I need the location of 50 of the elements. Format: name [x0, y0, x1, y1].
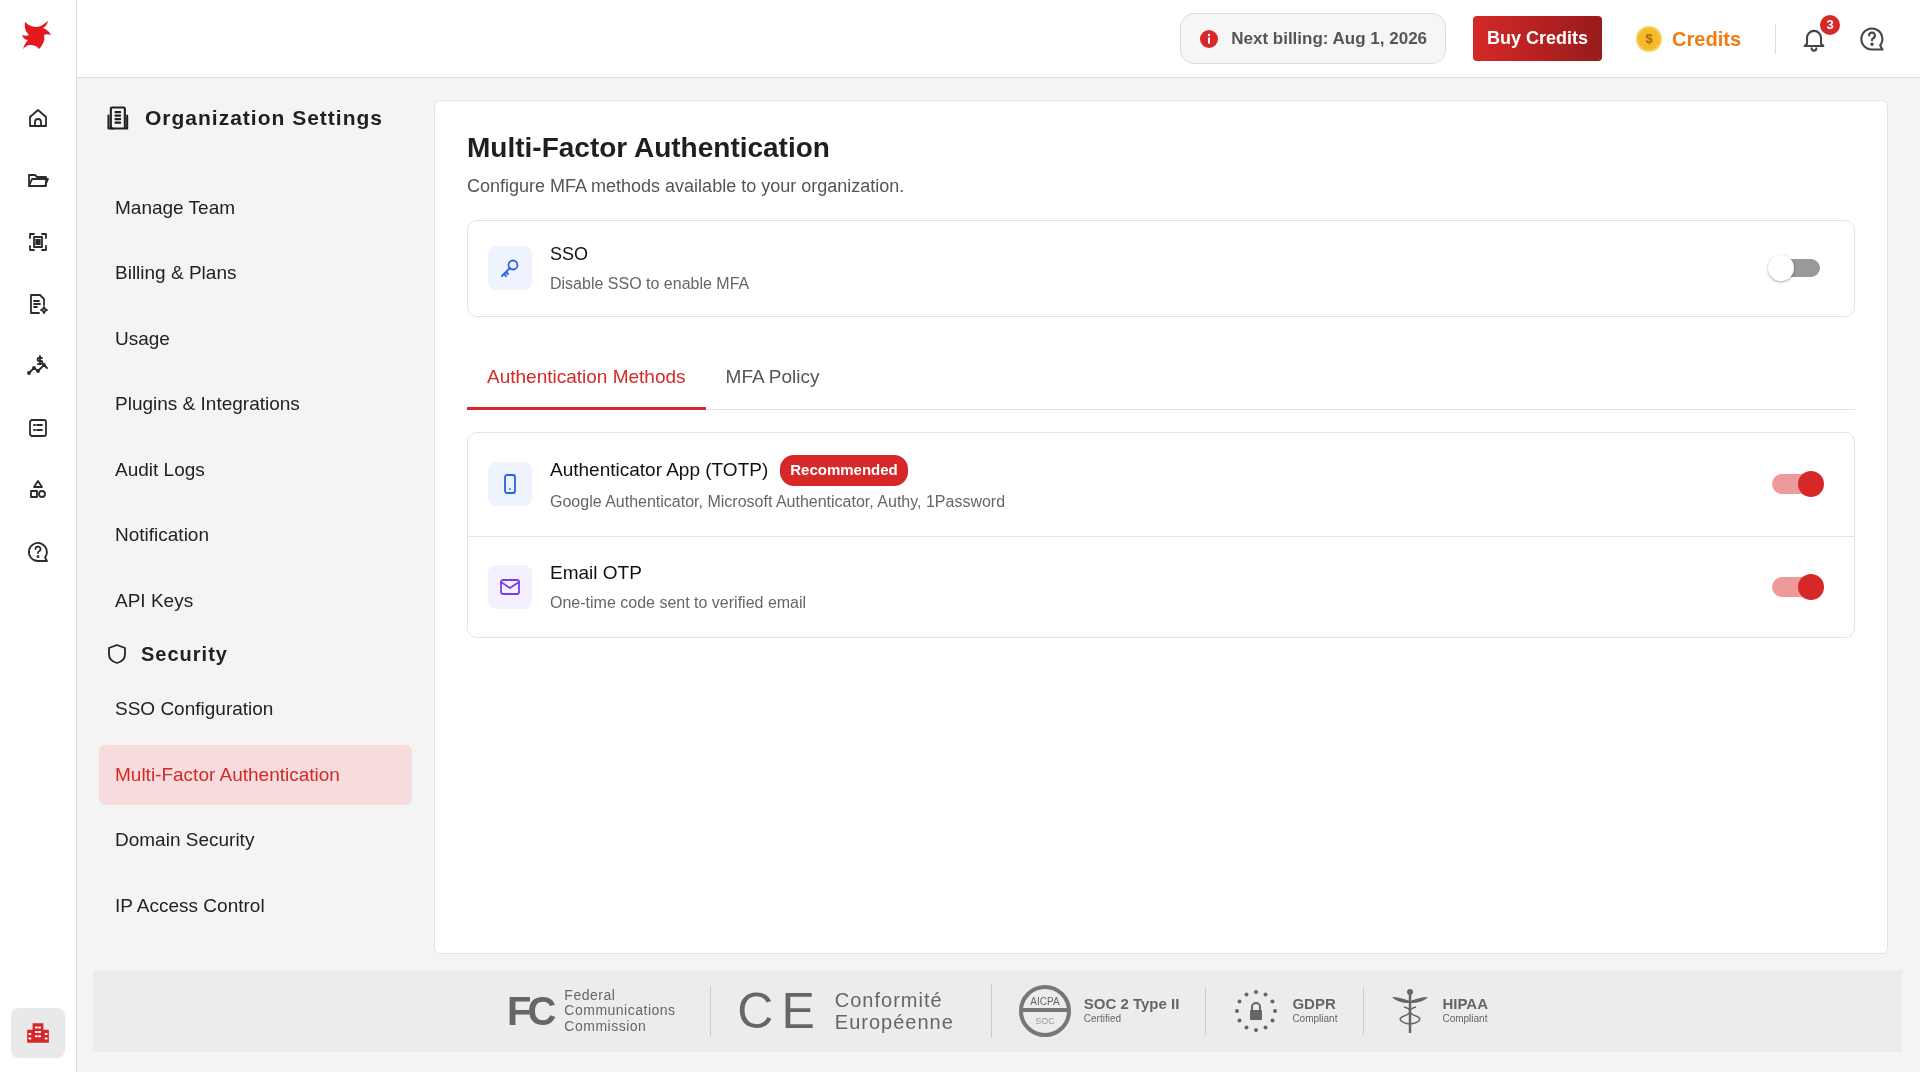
checklist-icon	[26, 416, 50, 440]
help-button[interactable]	[1858, 24, 1886, 53]
certification-name: HIPAA	[1442, 996, 1488, 1011]
sidebar-item[interactable]: Plugins & Integrations	[99, 374, 412, 435]
document-scan-icon	[26, 230, 50, 254]
sidebar-item[interactable]: Notification	[99, 505, 412, 566]
ce-mark-logo: CE	[737, 986, 823, 1036]
sidebar-item[interactable]: Usage	[99, 308, 412, 369]
page-subtitle: Configure MFA methods available to your organization.	[467, 174, 906, 198]
page-title: Multi-Factor Authentication	[467, 131, 831, 165]
certification-note: Compliant	[1442, 1012, 1488, 1026]
certification-note: Compliant	[1292, 1012, 1338, 1026]
recommended-badge: Recommended	[780, 455, 908, 486]
certification-name: GDPR	[1292, 996, 1337, 1011]
sidebar-item[interactable]: Audit Logs	[99, 439, 412, 500]
dollar-chart-icon	[26, 354, 50, 378]
sidebar-item[interactable]: API Keys	[99, 570, 412, 631]
building-button[interactable]	[11, 1008, 65, 1058]
sidebar-item[interactable]: Manage Team	[99, 177, 412, 238]
method-title: Email OTP	[550, 560, 642, 585]
certification-name: Federal Communications Commission	[564, 987, 677, 1035]
building-icon	[25, 1020, 51, 1046]
fcc-logo: FC	[507, 991, 553, 1031]
method-description: One-time code sent to verified email	[550, 593, 807, 614]
section-title: Security	[141, 642, 228, 667]
certification-name: SOC 2 Type II	[1083, 996, 1180, 1011]
home-icon	[26, 106, 50, 130]
billing-text: Next billing: Aug 1, 2026	[1231, 27, 1428, 50]
tab[interactable]: Authentication Methods	[467, 346, 706, 411]
sidebar-item[interactable]: Domain Security	[99, 810, 412, 871]
notification-count-badge: 3	[1820, 14, 1840, 35]
method-title: Authenticator App (TOTP)	[550, 458, 769, 483]
method-title: SSO	[550, 242, 588, 266]
shield-icon	[105, 642, 129, 666]
coin-icon: $	[1636, 25, 1663, 52]
method-description: Disable SSO to enable MFA	[550, 273, 750, 294]
sidebar-item[interactable]: IP Access Control	[99, 875, 412, 936]
sidebar-item[interactable]: Multi-Factor Authentication	[99, 744, 412, 805]
info-icon	[1199, 28, 1220, 49]
buy-credits-button[interactable]: Buy Credits	[1473, 16, 1603, 61]
help-icon	[1858, 24, 1886, 53]
certification-name: Conformité Européenne	[834, 989, 955, 1033]
aicpa-soc-seal-drawing: AICPA SOC	[1017, 984, 1072, 1038]
help-icon	[26, 540, 50, 564]
section-title: Organization Settings	[145, 105, 383, 131]
sidebar-item[interactable]: Billing & Plans	[99, 243, 412, 304]
tab[interactable]: MFA Policy	[705, 346, 840, 411]
certification-note: Certified	[1083, 1012, 1123, 1026]
method-description: Google Authenticator, Microsoft Authenticator, Authy, 1Password	[550, 491, 1006, 512]
sidebar-item[interactable]: SSO Configuration	[99, 679, 412, 740]
